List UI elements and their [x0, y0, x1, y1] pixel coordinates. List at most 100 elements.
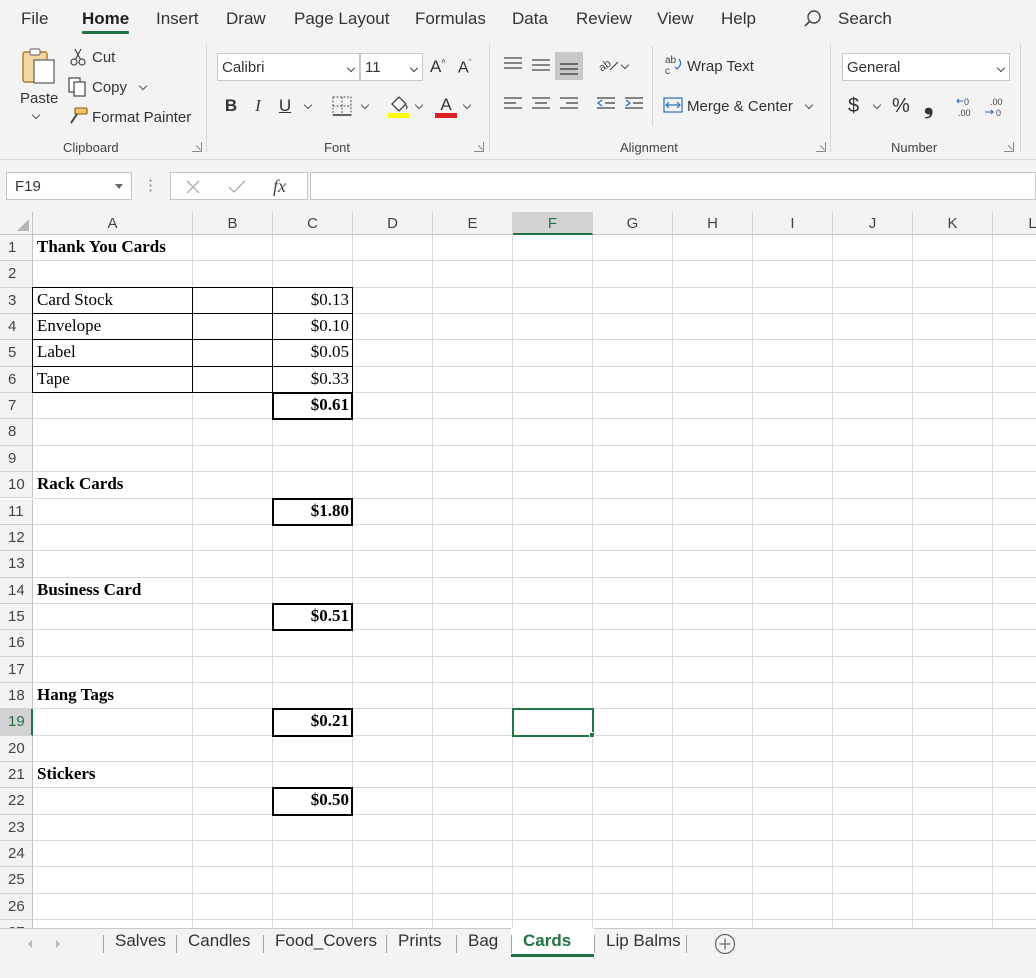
row-header-21[interactable]: 21	[0, 762, 33, 789]
decrease-font-size-icon[interactable]: Aˇ	[458, 58, 472, 77]
column-header-a[interactable]: A	[33, 212, 193, 235]
cell-a21[interactable]: Stickers	[37, 764, 96, 784]
sheet-tab-lip-balms[interactable]: Lip Balms	[606, 931, 681, 951]
menu-file[interactable]: File	[21, 9, 48, 29]
column-header-j[interactable]: J	[833, 212, 913, 235]
row-header-16[interactable]: 16	[0, 630, 33, 657]
cell-a1[interactable]: Thank You Cards	[37, 237, 166, 257]
copy-button[interactable]: Copy	[92, 79, 127, 96]
paste-icon[interactable]	[20, 46, 58, 86]
italic-button[interactable]: I	[248, 96, 268, 116]
merge-center-dropdown-icon[interactable]	[804, 100, 814, 110]
row-header-5[interactable]: 5	[0, 340, 33, 367]
font-color-dropdown-icon[interactable]	[462, 100, 472, 110]
row-header-3[interactable]: 3	[0, 287, 33, 315]
column-header-d[interactable]: D	[353, 212, 433, 235]
row-header-20[interactable]: 20	[0, 735, 33, 762]
format-painter-button[interactable]: Format Painter	[92, 109, 191, 126]
row-header-17[interactable]: 17	[0, 656, 33, 683]
middle-align-icon[interactable]	[531, 56, 551, 72]
font-dialog-launcher[interactable]	[474, 142, 484, 152]
menu-help[interactable]: Help	[721, 9, 756, 29]
paste-button[interactable]: Paste	[20, 90, 58, 107]
sheet-tab-food-covers[interactable]: Food_Covers	[275, 931, 377, 951]
align-center-icon[interactable]	[531, 96, 551, 112]
orientation-icon[interactable]: ab	[596, 54, 620, 74]
row-header-1[interactable]: 1	[0, 235, 33, 262]
row-header-4[interactable]: 4	[0, 314, 33, 341]
column-header-e[interactable]: E	[433, 212, 513, 235]
menu-data[interactable]: Data	[512, 9, 548, 29]
decrease-decimal-icon[interactable]: .00 0	[984, 96, 1008, 118]
percent-style-button[interactable]: %	[892, 95, 910, 118]
paste-dropdown-icon[interactable]	[31, 110, 41, 120]
row-header-7[interactable]: 7	[0, 393, 33, 420]
formula-bar-resize-handle[interactable]	[149, 178, 152, 192]
column-header-l[interactable]: L	[993, 212, 1036, 235]
borders-dropdown-icon[interactable]	[360, 100, 370, 110]
wrap-text-button[interactable]: Wrap Text	[687, 58, 754, 75]
scroll-right-icon[interactable]	[54, 939, 62, 949]
underline-dropdown-icon[interactable]	[303, 100, 313, 110]
row-header-24[interactable]: 24	[0, 841, 33, 868]
cancel-icon[interactable]	[185, 179, 201, 195]
fill-color-icon[interactable]	[388, 94, 410, 118]
select-all-button[interactable]	[0, 212, 33, 235]
top-align-icon[interactable]	[503, 56, 523, 72]
row-header-12[interactable]: 12	[0, 524, 33, 552]
font-size-select[interactable]: 11	[360, 53, 423, 81]
increase-indent-icon[interactable]	[624, 96, 644, 112]
clipboard-dialog-launcher[interactable]	[192, 142, 202, 152]
cut-button[interactable]: Cut	[92, 49, 115, 66]
row-header-10[interactable]: 10	[0, 472, 33, 499]
alignment-dialog-launcher[interactable]	[816, 142, 826, 152]
bottom-align-button[interactable]	[555, 52, 583, 80]
align-left-icon[interactable]	[503, 96, 523, 112]
column-header-b[interactable]: B	[193, 212, 273, 235]
insert-function-icon[interactable]: fx	[273, 176, 286, 197]
column-header-f[interactable]: F	[513, 212, 593, 235]
row-header-19[interactable]: 19	[0, 709, 33, 736]
enter-icon[interactable]	[228, 179, 246, 195]
underline-button[interactable]: U	[275, 96, 295, 116]
row-header-9[interactable]: 9	[0, 445, 33, 473]
menu-formulas[interactable]: Formulas	[415, 9, 486, 29]
menu-insert[interactable]: Insert	[156, 9, 199, 29]
number-dialog-launcher[interactable]	[1004, 142, 1014, 152]
column-header-k[interactable]: K	[913, 212, 993, 235]
row-header-6[interactable]: 6	[0, 366, 33, 394]
fill-handle[interactable]	[589, 731, 595, 738]
row-header-15[interactable]: 15	[0, 603, 33, 631]
column-header-h[interactable]: H	[673, 212, 753, 235]
row-header-25[interactable]: 25	[0, 867, 33, 894]
sheet-tab-candles[interactable]: Candles	[188, 931, 250, 951]
menu-review[interactable]: Review	[576, 9, 632, 29]
row-header-22[interactable]: 22	[0, 788, 33, 815]
comma-style-button[interactable]: ❟	[924, 92, 933, 120]
row-header-18[interactable]: 18	[0, 682, 33, 710]
font-color-icon[interactable]: A	[435, 94, 457, 118]
active-cell-cursor[interactable]	[512, 708, 594, 737]
sheet-tab-cards[interactable]: Cards	[523, 931, 571, 951]
cell-a10[interactable]: Rack Cards	[37, 474, 123, 494]
menu-home[interactable]: Home	[82, 9, 129, 29]
align-right-icon[interactable]	[559, 96, 579, 112]
sheet-tab-prints[interactable]: Prints	[398, 931, 441, 951]
currency-format-button[interactable]: $	[848, 95, 859, 118]
merge-center-button[interactable]: Merge & Center	[687, 98, 793, 115]
font-name-select[interactable]: Calibri	[217, 53, 360, 81]
decrease-indent-icon[interactable]	[596, 96, 616, 112]
row-header-8[interactable]: 8	[0, 419, 33, 446]
cell-a18[interactable]: Hang Tags	[37, 685, 114, 705]
search-icon[interactable]	[803, 9, 823, 29]
sheet-tab-bag[interactable]: Bag	[468, 931, 498, 951]
borders-icon[interactable]	[332, 96, 352, 116]
column-header-i[interactable]: I	[753, 212, 833, 235]
row-header-11[interactable]: 11	[0, 498, 33, 525]
column-header-c[interactable]: C	[273, 212, 353, 235]
menu-draw[interactable]: Draw	[226, 9, 266, 29]
row-header-13[interactable]: 13	[0, 551, 33, 578]
column-header-g[interactable]: G	[593, 212, 673, 235]
bold-button[interactable]: B	[221, 96, 241, 116]
menu-page-layout[interactable]: Page Layout	[294, 9, 389, 29]
